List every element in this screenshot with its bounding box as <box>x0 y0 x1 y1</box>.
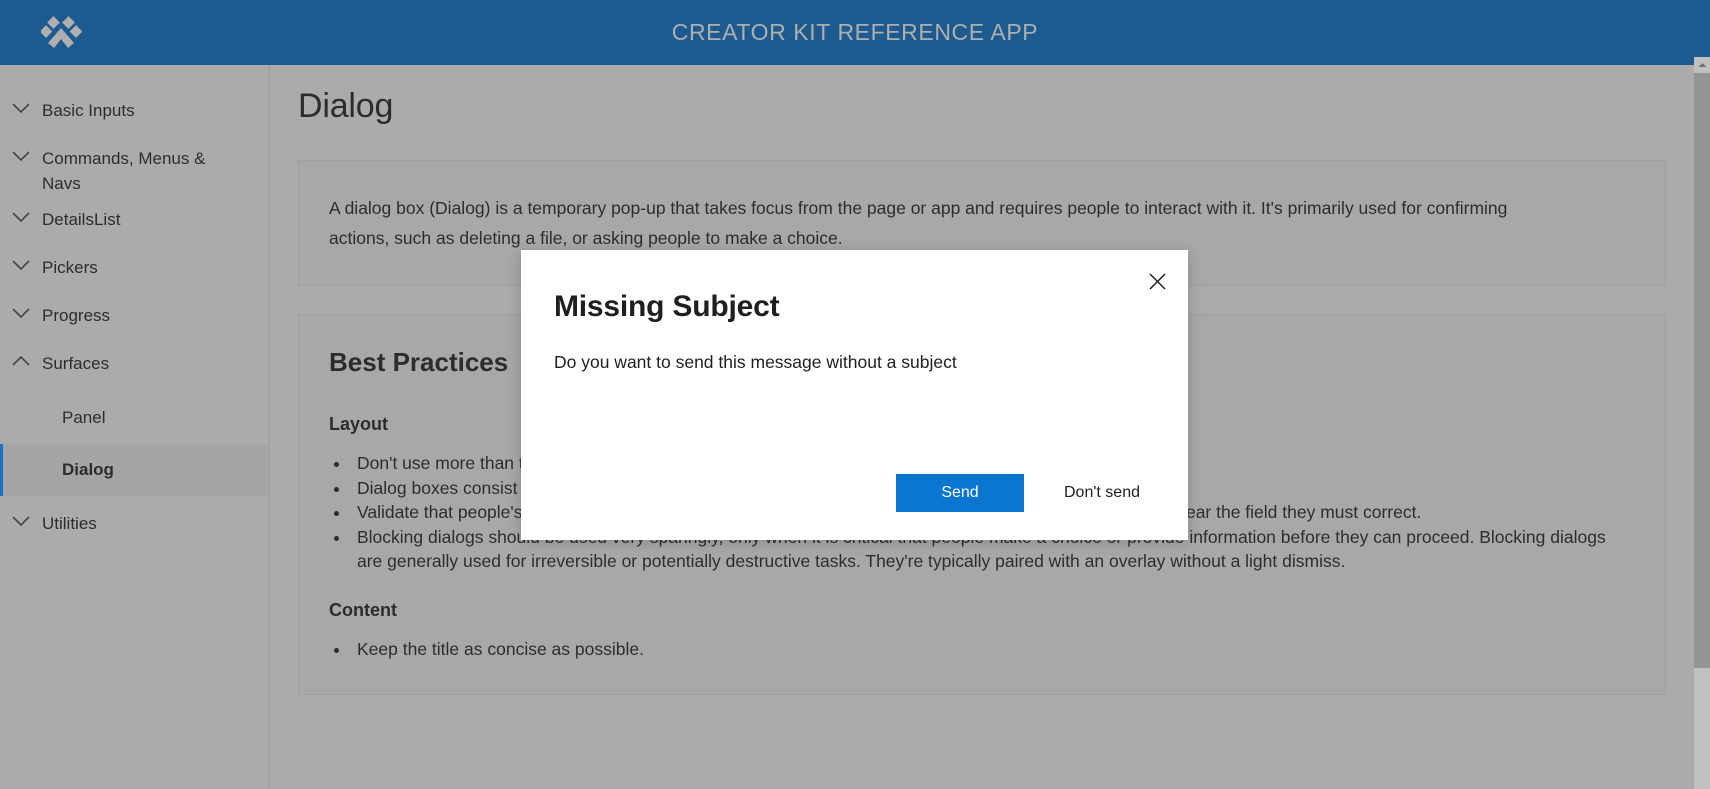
dont-send-button[interactable]: Don't send <box>1046 474 1158 512</box>
app-root: CREATOR KIT REFERENCE APP Basic Inputs C… <box>0 0 1710 789</box>
dialog-body: Missing Subject Do you want to send this… <box>521 250 1188 374</box>
dialog-title: Missing Subject <box>554 290 780 323</box>
send-button[interactable]: Send <box>896 474 1024 512</box>
dialog-subtext: Do you want to send this message without… <box>554 352 957 372</box>
missing-subject-dialog: Missing Subject Do you want to send this… <box>521 250 1188 540</box>
dialog-footer: Send Don't send <box>896 474 1158 512</box>
close-icon[interactable] <box>1134 260 1180 302</box>
